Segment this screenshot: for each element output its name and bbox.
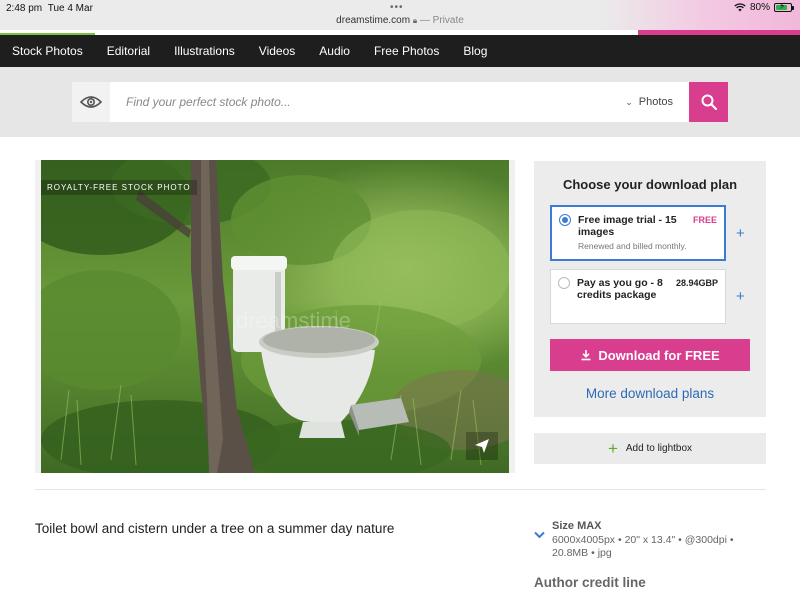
size-detail: 6000x4005px • 20" x 13.4" • @300dpi • 20… xyxy=(552,534,734,559)
plan-price: 28.94GBP xyxy=(675,278,718,288)
plan-subtitle: Renewed and billed monthly. xyxy=(578,241,687,251)
battery-icon: ⚡︎ xyxy=(774,1,794,12)
plus-icon: + xyxy=(607,439,618,458)
download-button-label: Download for FREE xyxy=(598,347,720,363)
author-credit-heading: Author credit line xyxy=(534,575,646,590)
private-label: — Private xyxy=(419,15,464,26)
watermark-text: dreamstime xyxy=(236,308,351,333)
nav-item-audio[interactable]: Audio xyxy=(307,35,362,67)
royalty-free-badge: ROYALTY-FREE STOCK PHOTO xyxy=(41,180,197,195)
share-button[interactable] xyxy=(466,432,498,460)
multitasking-dots-icon[interactable]: ••• xyxy=(390,2,404,13)
search-bar: ⌄ Photos xyxy=(72,82,728,122)
content-type-select[interactable]: ⌄ Photos xyxy=(625,96,689,108)
chevron-down-icon: ⌄ xyxy=(625,96,633,107)
address-url: dreamstime.com xyxy=(336,15,411,26)
nav-item-illustrations[interactable]: Illustrations xyxy=(162,35,247,67)
search-button[interactable] xyxy=(689,82,728,122)
search-icon xyxy=(701,94,717,110)
visual-search-button[interactable] xyxy=(72,82,110,122)
photo-container: dreamstime xyxy=(35,160,515,473)
section-divider xyxy=(35,489,766,490)
plan-name: Pay as you go - 8 credits package xyxy=(577,277,663,301)
address-bar[interactable]: dreamstime.com 🔒︎ — Private xyxy=(0,15,800,26)
charging-bolt-icon: ⚡︎ xyxy=(779,1,786,11)
download-button[interactable]: Download for FREE xyxy=(550,339,750,371)
wifi-icon xyxy=(734,3,746,12)
plan-expand-icon[interactable]: + xyxy=(736,225,745,242)
download-panel-title: Choose your download plan xyxy=(562,177,738,192)
nav-item-stock-photos[interactable]: Stock Photos xyxy=(0,33,95,67)
photo-description: Toilet bowl and cistern under a tree on … xyxy=(35,521,395,536)
status-bar: 2:48 pm Tue 4 Mar ••• dreamstime.com 🔒︎ … xyxy=(0,0,800,30)
status-indicators: 80% ⚡︎ xyxy=(734,1,794,13)
plan-radio[interactable] xyxy=(558,277,570,289)
lock-icon: 🔒︎ xyxy=(412,16,418,25)
add-to-lightbox-label: Add to lightbox xyxy=(625,443,693,454)
nav-item-blog[interactable]: Blog xyxy=(451,35,499,67)
plan-radio[interactable] xyxy=(559,214,571,226)
content-type-label: Photos xyxy=(638,96,673,108)
nav-item-free-photos[interactable]: Free Photos xyxy=(362,35,451,67)
download-icon xyxy=(581,350,591,361)
search-input[interactable] xyxy=(110,82,626,122)
plan-expand-icon[interactable]: + xyxy=(736,288,745,305)
plan-price: FREE xyxy=(692,215,717,225)
plan-option-pay-as-you-go[interactable]: Pay as you go - 8 credits package 28.94G… xyxy=(550,269,726,324)
main-nav: Stock Photos Editorial Illustrations Videos… xyxy=(0,33,800,67)
status-time-date: 2:48 pm Tue 4 Mar xyxy=(6,3,93,14)
nav-item-videos[interactable]: Videos xyxy=(247,35,307,67)
status-date: Tue 4 Mar xyxy=(47,3,93,14)
stock-photo[interactable]: dreamstime xyxy=(41,160,509,473)
eye-icon xyxy=(80,96,102,108)
share-icon xyxy=(475,439,489,453)
photo-illustration: dreamstime xyxy=(41,160,509,473)
more-download-plans-link[interactable]: More download plans xyxy=(534,386,766,401)
status-time: 2:48 pm xyxy=(6,3,43,14)
battery-percent: 80% xyxy=(749,2,770,13)
plan-option-free-trial[interactable]: Free image trial - 15 images FREE Renewe… xyxy=(550,205,726,261)
plan-name: Free image trial - 15 images xyxy=(578,214,677,238)
size-title: Size MAX xyxy=(552,520,602,532)
nav-item-editorial[interactable]: Editorial xyxy=(95,35,162,67)
chevron-down-icon[interactable] xyxy=(534,531,545,539)
add-to-lightbox-button[interactable]: + Add to lightbox xyxy=(534,433,766,464)
